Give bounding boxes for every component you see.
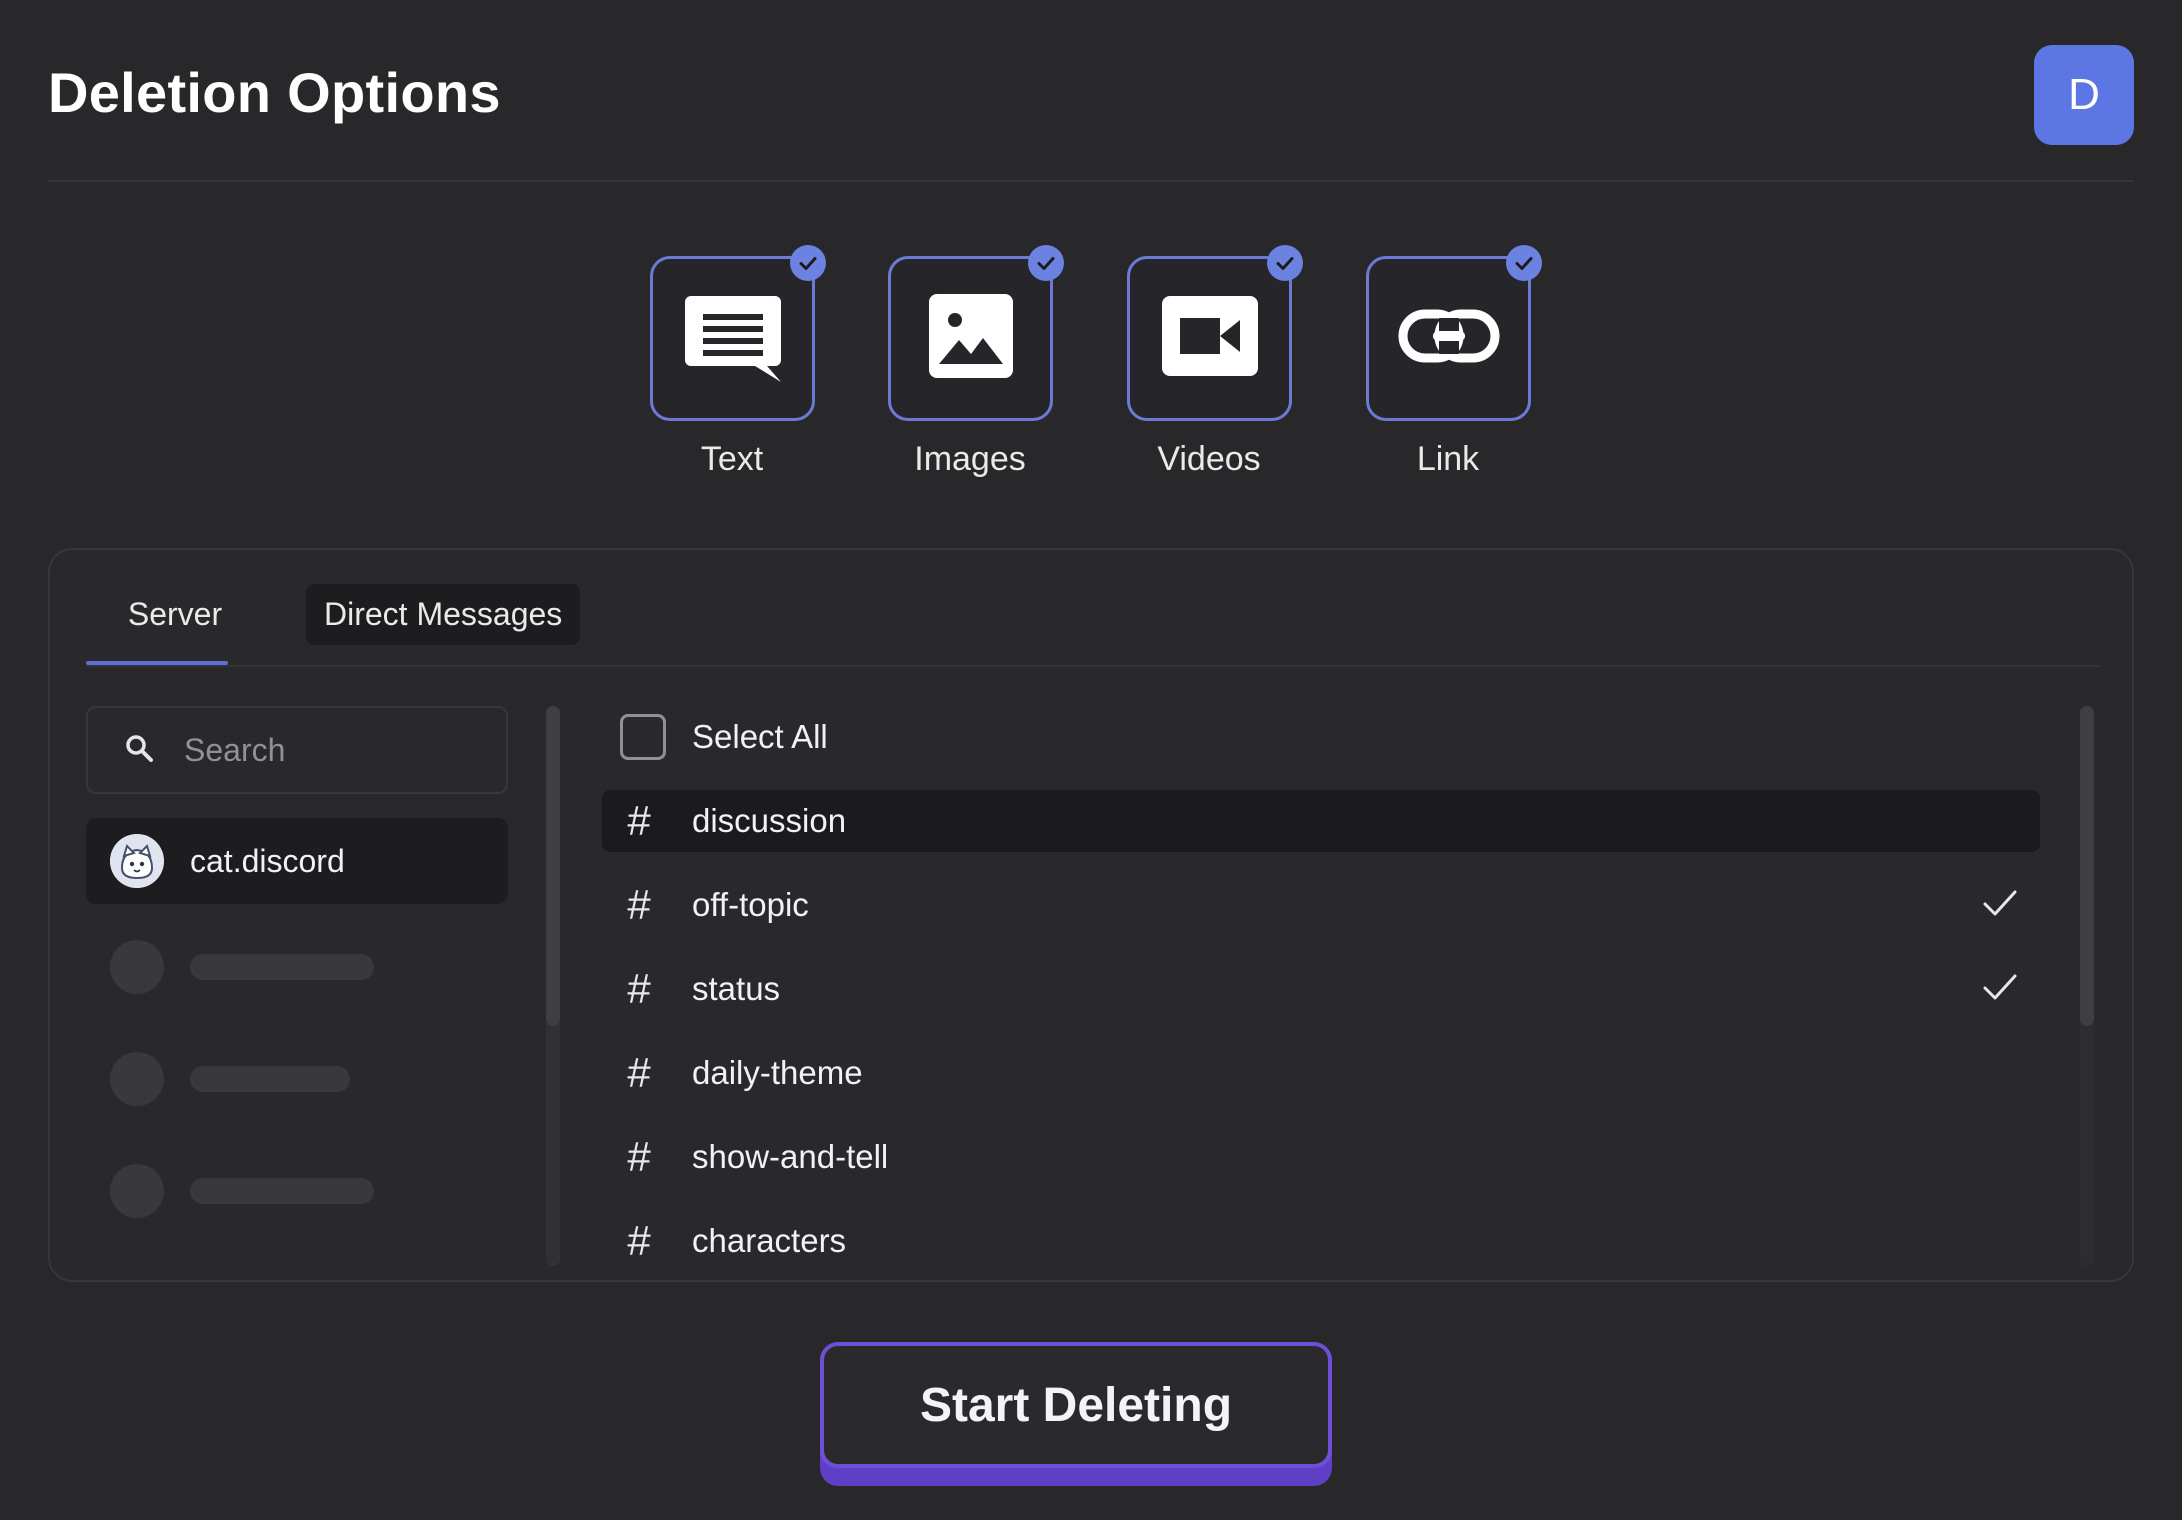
- text-type-label: Text: [700, 440, 764, 478]
- select-all-row[interactable]: Select All: [620, 714, 828, 760]
- server-list-scrollbar[interactable]: [546, 706, 560, 1266]
- images-type-toggle[interactable]: [888, 245, 1064, 421]
- channel-name: discussion: [692, 802, 847, 839]
- server-name: cat.discord: [190, 842, 345, 879]
- video-camera-icon: [1160, 294, 1260, 383]
- checkmark-badge-icon: [1506, 245, 1542, 281]
- channel-name: characters: [692, 1222, 847, 1259]
- link-icon: [1397, 306, 1501, 371]
- server-search[interactable]: [86, 706, 508, 794]
- header-divider: [48, 180, 2134, 182]
- videos-type-toggle[interactable]: [1127, 245, 1303, 421]
- hash-icon: #: [627, 797, 651, 844]
- tab-direct-messages[interactable]: Direct Messages: [306, 584, 581, 645]
- videos-type-label: Videos: [1157, 440, 1261, 478]
- checkmark-badge-icon: [1028, 245, 1064, 281]
- channel-name: status: [692, 970, 781, 1007]
- search-icon: [124, 733, 184, 768]
- channel-item[interactable]: # show-and-tell: [602, 1126, 2040, 1188]
- images-type-label: Images: [914, 440, 1026, 478]
- select-all-checkbox[interactable]: [620, 714, 666, 760]
- checkmark-badge-icon: [790, 245, 826, 281]
- channel-item[interactable]: # discussion: [602, 790, 2040, 852]
- search-input[interactable]: [184, 731, 484, 769]
- channel-item[interactable]: # off-topic: [602, 874, 2040, 936]
- chat-bubble-icon: [681, 284, 785, 393]
- tabs-divider: [86, 665, 2100, 667]
- channel-item[interactable]: # status: [602, 958, 2040, 1020]
- hash-icon: #: [627, 881, 651, 928]
- scrollbar-thumb[interactable]: [2080, 706, 2094, 1026]
- channel-name: off-topic: [692, 886, 809, 923]
- avatar-initial: D: [2068, 70, 2100, 119]
- channel-name: show-and-tell: [692, 1138, 889, 1175]
- link-type-toggle[interactable]: [1366, 245, 1542, 421]
- skeleton-avatar: [110, 1164, 164, 1218]
- checkmark-badge-icon: [1267, 245, 1303, 281]
- deletion-options-screen: Deletion Options D Text Images Videos Li…: [0, 0, 2182, 1520]
- text-type-toggle[interactable]: [650, 245, 826, 421]
- start-deleting-button[interactable]: Start Deleting: [820, 1342, 1332, 1468]
- hash-icon: #: [627, 1049, 651, 1096]
- checkmark-icon: [1982, 972, 2018, 1009]
- checkmark-icon: [1982, 888, 2018, 925]
- scrollbar-thumb[interactable]: [546, 706, 560, 1026]
- channel-item[interactable]: # daily-theme: [602, 1042, 2040, 1104]
- hash-icon: #: [627, 1217, 651, 1264]
- server-skeleton-row: [110, 1164, 374, 1218]
- skeleton-avatar: [110, 940, 164, 994]
- hash-icon: #: [627, 1133, 651, 1180]
- image-icon: [925, 290, 1017, 387]
- select-all-label: Select All: [692, 718, 828, 755]
- channel-list-scrollbar[interactable]: [2080, 706, 2094, 1266]
- source-selection-panel: Server Direct Messages Search cat.discor…: [48, 548, 2134, 1282]
- user-avatar[interactable]: D: [2034, 45, 2134, 145]
- channel-item[interactable]: # characters: [602, 1210, 2040, 1272]
- server-skeleton-row: [110, 940, 374, 994]
- cat-avatar-icon: [110, 834, 164, 888]
- skeleton-bar: [190, 1178, 374, 1204]
- page-title: Deletion Options: [48, 61, 501, 124]
- tab-server[interactable]: Server: [104, 596, 246, 633]
- server-skeleton-row: [110, 1052, 350, 1106]
- hash-icon: #: [627, 965, 651, 1012]
- skeleton-bar: [190, 954, 374, 980]
- link-type-label: Link: [1416, 440, 1480, 478]
- skeleton-bar: [190, 1066, 350, 1092]
- server-item-cat-discord[interactable]: cat.discord: [86, 818, 508, 904]
- skeleton-avatar: [110, 1052, 164, 1106]
- channel-name: daily-theme: [692, 1054, 863, 1091]
